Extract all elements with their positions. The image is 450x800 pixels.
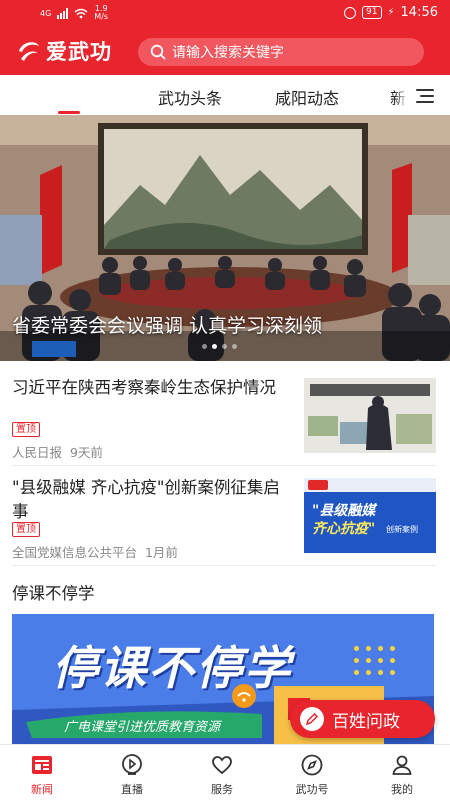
tab-xianyang-news[interactable]: 咸阳动态	[275, 85, 339, 109]
live-icon	[122, 754, 142, 775]
tab-indicator	[58, 111, 80, 114]
thumb-caption-1: "县级融媒	[312, 503, 376, 519]
promo-title: 停课不停学	[52, 641, 292, 695]
news-item[interactable]: 习近平在陕西考察秦岭生态保护情况 置顶 人民日报 9天前	[12, 368, 436, 466]
public-inquiry-button[interactable]: 百姓问政	[290, 700, 435, 738]
banner-title: 省委常委会会议强调 认真学习深刻领	[12, 315, 323, 337]
edit-icon	[300, 707, 324, 731]
promo-subtitle: 广电课堂引进优质教育资源	[64, 720, 221, 735]
news-item[interactable]: "县级融媒 齐心抗疫"创新案例征集启事 置顶 全国党媒信息公共平台 1月前 "县…	[12, 468, 436, 566]
signal-icon	[57, 7, 69, 19]
wifi-icon	[74, 8, 88, 19]
alarm-icon	[344, 6, 357, 19]
news-thumbnail	[304, 378, 436, 453]
public-inquiry-label: 百姓问政	[332, 711, 400, 732]
pinned-badge: 置顶	[12, 422, 40, 437]
nav-label: 我的	[391, 783, 413, 796]
search-placeholder: 请输入搜索关键字	[172, 45, 284, 61]
battery-indicator: 91	[362, 6, 382, 19]
search-bar[interactable]: 请输入搜索关键字	[138, 38, 424, 66]
user-icon	[392, 755, 412, 775]
news-thumbnail: "县级融媒 齐心抗疫" 创新案例	[304, 478, 436, 553]
news-meta: 人民日报 9天前	[12, 442, 103, 461]
hamburger-icon[interactable]	[408, 81, 442, 111]
promo-dot-grid	[354, 646, 404, 684]
nav-mine[interactable]: 我的	[357, 745, 447, 800]
service-icon	[212, 756, 232, 775]
news-meta: 全国党媒信息公共平台 1月前	[12, 542, 178, 561]
news-icon	[32, 756, 52, 774]
news-title: 习近平在陕西考察秦岭生态保护情况	[12, 378, 276, 397]
news-source: 人民日报	[12, 445, 63, 460]
news-time: 1月前	[144, 545, 178, 560]
nav-live[interactable]: 直播	[87, 745, 177, 800]
logo-text: 爱武功	[46, 39, 112, 64]
news-time: 9天前	[69, 445, 103, 460]
nav-label: 服务	[211, 783, 233, 796]
carousel-dot[interactable]	[232, 344, 237, 349]
network-speed: 1.9 M/s	[94, 4, 109, 21]
app-header: 4G 1.9 M/s 91 ⚡ 14:56 爱武功 请输入搜索关键字	[0, 0, 450, 75]
section-title: 停课不停学	[12, 584, 95, 603]
bottom-nav: 新闻 直播 服务 武功号 我的	[0, 744, 450, 800]
thumb-caption-2: 齐心抗疫"	[312, 521, 376, 537]
channel-tabs: 武功头条 咸阳动态 新	[0, 75, 450, 115]
nav-label: 武功号	[295, 783, 329, 796]
banner-carousel[interactable]: 省委常委会会议强调 认真学习深刻领	[0, 115, 450, 361]
clock: 14:56	[400, 5, 438, 20]
nav-news[interactable]: 新闻	[0, 745, 87, 800]
news-title: "县级融媒 齐心抗疫"创新案例征集启事	[12, 478, 280, 521]
carousel-dots	[202, 344, 237, 349]
nav-label: 新闻	[31, 783, 53, 796]
nav-service[interactable]: 服务	[177, 745, 267, 800]
logo-icon	[19, 42, 39, 61]
pinned-badge: 置顶	[12, 522, 40, 537]
network-label: 4G	[40, 8, 52, 18]
thumb-caption-3: 创新案例	[386, 525, 418, 534]
tab-wugong-headlines[interactable]: 武功头条	[158, 85, 222, 109]
charging-icon: ⚡	[387, 7, 395, 18]
status-bar: 4G 1.9 M/s 91 ⚡ 14:56	[0, 0, 450, 28]
app-logo[interactable]: 爱武功	[16, 36, 112, 66]
compass-icon	[301, 754, 323, 776]
carousel-dot-active[interactable]	[212, 344, 217, 349]
nav-label: 直播	[121, 783, 143, 796]
carousel-dot[interactable]	[222, 344, 227, 349]
news-source: 全国党媒信息公共平台	[12, 545, 138, 560]
search-icon	[150, 44, 166, 60]
carousel-dot[interactable]	[202, 344, 207, 349]
nav-wugong-hao[interactable]: 武功号	[267, 745, 357, 800]
